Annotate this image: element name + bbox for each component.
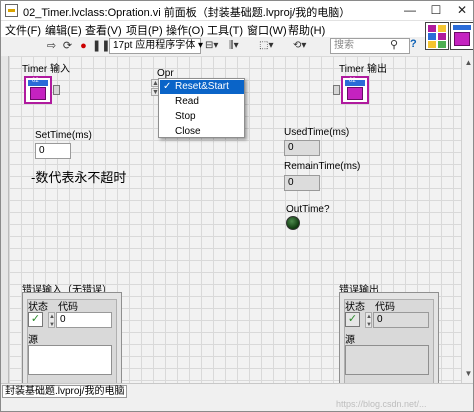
watermark: https://blog.csdn.net/... xyxy=(336,399,427,409)
error-out-status-indicator: ✓ xyxy=(345,312,360,327)
opr-option-label: Read xyxy=(175,96,199,107)
timer-in-terminal-icon xyxy=(53,85,60,95)
settime-note: -数代表永不超时 xyxy=(31,170,127,185)
menu-tools[interactable]: 工具(T) xyxy=(207,22,243,38)
menu-view[interactable]: 查看(V) xyxy=(85,22,122,38)
outtime-led-indicator xyxy=(286,216,300,230)
error-in-code-input[interactable]: 0 xyxy=(56,312,112,328)
connector-pane[interactable] xyxy=(425,22,449,50)
outtime-label: OutTime? xyxy=(286,204,330,215)
run-continuous-icon[interactable]: ⟳ xyxy=(60,39,75,53)
opr-option-label: Close xyxy=(175,126,201,137)
connector-terminal xyxy=(428,41,436,48)
search-icon[interactable]: ⚲ xyxy=(390,38,398,51)
timer-in-control[interactable]: 02 xyxy=(24,76,52,104)
error-out-code-radix: ▲ ▼ xyxy=(365,312,372,328)
timer-out-terminal-icon xyxy=(333,85,340,95)
remaintime-label: RemainTime(ms) xyxy=(284,161,361,172)
timer-out-indicator[interactable]: 02 xyxy=(341,76,369,104)
error-in-code-label: 代码 xyxy=(58,302,78,313)
context-help-icon[interactable]: ? xyxy=(410,38,417,50)
resize-icon[interactable]: ⬚▾ xyxy=(259,39,273,53)
toolbar: ⇨ ⟳ ● ❚❚ 17pt 应用程序字体 ▾ ⊟▾ ⫼▾ ⬚▾ ⟲▾ 搜索 xyxy=(1,37,425,55)
usedtime-label: UsedTime(ms) xyxy=(284,127,350,138)
window-title: 02_Timer.lvclass:Opration.vi 前面板（封装基础题.l… xyxy=(23,7,351,19)
connector-terminal xyxy=(428,25,436,32)
run-arrow-icon[interactable]: ⇨ xyxy=(44,39,59,53)
opr-option-read[interactable]: Read xyxy=(160,95,244,109)
menu-window[interactable]: 窗口(W) xyxy=(247,22,287,38)
vertical-scrollbar[interactable]: ▲ ▼ xyxy=(461,56,473,383)
menu-operate[interactable]: 操作(O) xyxy=(166,22,204,38)
error-out-code-label: 代码 xyxy=(375,302,395,313)
maximize-button[interactable]: ☐ xyxy=(423,1,449,21)
checkmark-icon: ✓ xyxy=(163,81,172,92)
scroll-down-icon[interactable]: ▼ xyxy=(464,369,473,378)
menu-bar: 文件(F) 编辑(E) 查看(V) 项目(P) 操作(O) 工具(T) 窗口(W… xyxy=(1,21,473,38)
connector-terminal xyxy=(438,33,446,40)
error-out-status-label: 状态 xyxy=(345,302,365,313)
menu-edit[interactable]: 编辑(E) xyxy=(45,22,82,38)
timer-in-label: Timer 输入 xyxy=(22,64,70,75)
vi-icon[interactable] xyxy=(450,22,473,50)
error-out-source-indicator xyxy=(345,345,429,375)
distribute-icon[interactable]: ⫼▾ xyxy=(229,39,239,53)
scroll-up-icon[interactable]: ▲ xyxy=(464,58,473,67)
status-bar: 封装基础题.lvproj/我的电脑 xyxy=(1,383,473,399)
project-path: 封装基础题.lvproj/我的电脑 xyxy=(2,385,128,398)
error-in-source-label: 源 xyxy=(28,335,38,346)
labview-app-icon xyxy=(5,4,18,17)
font-selector-label: 17pt 应用程序字体 xyxy=(113,40,196,51)
class-icon-box xyxy=(347,87,363,100)
timer-out-label: Timer 输出 xyxy=(339,64,387,75)
error-out-source-label: 源 xyxy=(345,335,355,346)
error-in-status-label: 状态 xyxy=(28,302,48,313)
remaintime-indicator: 0 xyxy=(284,175,320,191)
class-icon-text: 02 xyxy=(32,78,39,84)
labview-front-panel-window: 02_Timer.lvclass:Opration.vi 前面板（封装基础题.l… xyxy=(0,0,474,412)
menu-project[interactable]: 项目(P) xyxy=(126,22,163,38)
class-icon-text: 02 xyxy=(349,78,356,84)
opr-option-reset-start[interactable]: ✓ Reset&Start xyxy=(160,80,244,94)
abort-icon[interactable]: ● xyxy=(76,39,91,53)
font-selector[interactable]: 17pt 应用程序字体 ▾ xyxy=(109,38,203,54)
align-icon[interactable]: ⊟▾ xyxy=(205,39,218,53)
error-in-status-checkbox[interactable]: ✓ xyxy=(28,312,43,327)
opr-option-label: Stop xyxy=(175,111,196,122)
title-bar: 02_Timer.lvclass:Opration.vi 前面板（封装基础题.l… xyxy=(1,1,473,21)
connector-terminal xyxy=(438,41,446,48)
close-button[interactable]: ✕ xyxy=(449,1,473,21)
opr-option-label: Reset&Start xyxy=(175,81,229,92)
menu-help[interactable]: 帮助(H) xyxy=(288,22,325,38)
left-edge xyxy=(1,56,9,383)
error-out-code-indicator: 0 xyxy=(373,312,429,328)
error-in-source-input[interactable] xyxy=(28,345,112,375)
pause-icon[interactable]: ❚❚ xyxy=(92,39,110,53)
opr-option-close[interactable]: Close xyxy=(160,125,244,139)
error-in-cluster[interactable]: 状态 代码 ✓ ▲ ▼ 0 源 xyxy=(22,292,122,390)
minimize-button[interactable]: — xyxy=(397,1,423,21)
usedtime-indicator: 0 xyxy=(284,140,320,156)
connector-terminal xyxy=(438,25,446,32)
settime-label: SetTime(ms) xyxy=(35,130,92,141)
settime-input[interactable]: 0 xyxy=(35,143,71,159)
connector-terminal xyxy=(428,33,436,40)
menu-file[interactable]: 文件(F) xyxy=(5,22,41,38)
opr-option-stop[interactable]: Stop xyxy=(160,110,244,124)
error-out-cluster: 状态 代码 ✓ ▲ ▼ 0 源 xyxy=(339,292,439,390)
opr-dropdown-menu: ✓ Reset&Start Read Stop Close xyxy=(158,78,245,138)
reorder-icon[interactable]: ⟲▾ xyxy=(293,39,306,53)
class-icon-box xyxy=(30,87,46,100)
error-in-code-spinner[interactable]: ▲ ▼ xyxy=(48,312,55,328)
